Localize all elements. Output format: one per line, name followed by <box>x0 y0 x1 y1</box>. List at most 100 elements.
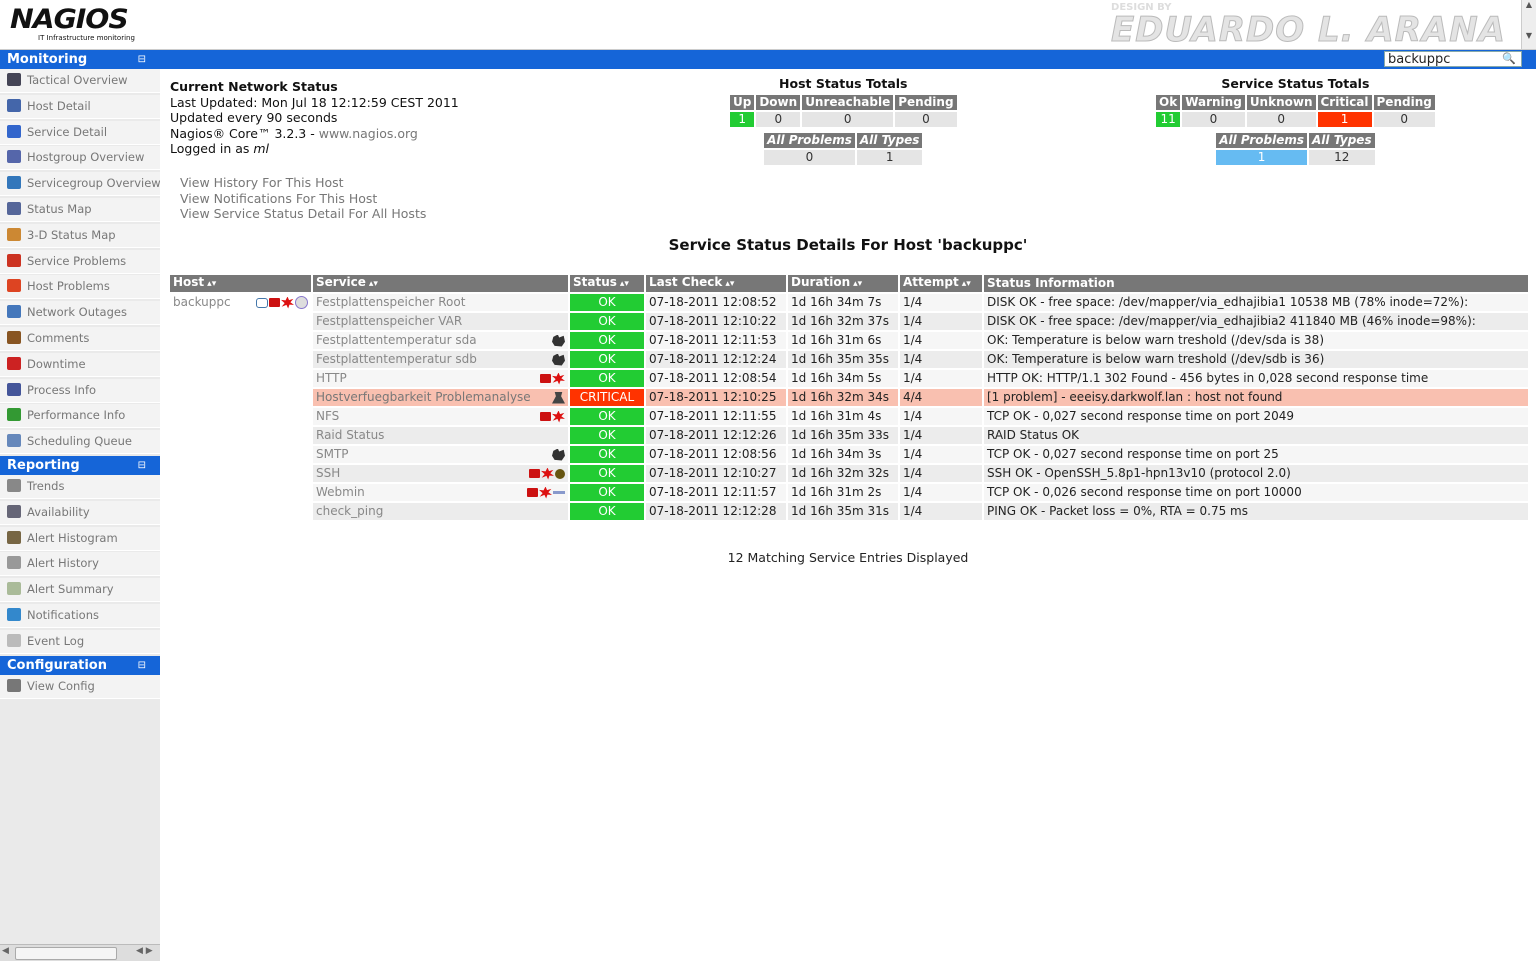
sidebar-item-alert-summary[interactable]: Alert Summary <box>0 578 160 603</box>
service-totals-header[interactable]: Pending <box>1373 95 1435 110</box>
host-totals-header[interactable]: Pending <box>895 95 957 110</box>
host-link[interactable]: backuppc <box>173 295 231 309</box>
sort-arrows-icon[interactable]: ▴▾ <box>962 279 971 289</box>
analysis-icon[interactable] <box>552 391 565 404</box>
host-all-types-header[interactable]: All Types <box>856 133 923 148</box>
column-header-duration[interactable]: Duration ▴▾ <box>788 275 898 292</box>
service-link[interactable]: Festplattentemperatur sdb <box>316 352 477 366</box>
service-link[interactable]: Raid Status <box>316 428 384 442</box>
host-totals-header[interactable]: Unreachable <box>802 95 894 110</box>
service-link[interactable]: SSH <box>316 466 340 480</box>
sidebar-section-reporting[interactable]: Reporting ⊟ <box>0 455 160 475</box>
sidebar-item-event-log[interactable]: Event Log <box>0 629 160 654</box>
temperature-beast-icon[interactable] <box>552 353 565 366</box>
comment-icon[interactable] <box>256 297 268 308</box>
sidebar-item-view-config[interactable]: View Config <box>0 674 160 699</box>
sidebar-item-alert-histogram[interactable]: Alert Histogram <box>0 526 160 551</box>
collapse-icon[interactable]: ⊟ <box>138 656 146 675</box>
action-burst-icon[interactable] <box>552 410 565 423</box>
link-all-service-detail[interactable]: View Service Status Detail For All Hosts <box>180 206 426 222</box>
sidebar-item-service[interactable]: Service Detail <box>0 120 160 145</box>
sidebar-item-host-problems[interactable]: Host Problems <box>0 275 160 300</box>
link-history[interactable]: View History For This Host <box>180 175 426 191</box>
sidebar-item-performance-info[interactable]: Performance Info <box>0 404 160 429</box>
service-link[interactable]: SMTP <box>316 447 349 461</box>
sidebar-item-notifications[interactable]: Notifications <box>0 603 160 628</box>
temperature-beast-icon[interactable] <box>552 448 565 461</box>
notes-folder-icon[interactable] <box>269 298 280 307</box>
sort-arrows-icon[interactable]: ▴▾ <box>369 279 378 289</box>
sort-arrows-icon[interactable]: ▴▾ <box>207 279 216 289</box>
sidebar-item-comments[interactable]: Comments <box>0 326 160 351</box>
sidebar-item-scheduling-queue[interactable]: Scheduling Queue <box>0 430 160 455</box>
sidebar-item-hostgroup[interactable]: Hostgroup Overview <box>0 146 160 171</box>
sort-arrows-icon[interactable]: ▴▾ <box>725 279 734 289</box>
notes-folder-icon[interactable] <box>529 469 540 478</box>
nagios-org-link[interactable]: www.nagios.org <box>319 126 418 141</box>
notes-folder-icon[interactable] <box>527 488 538 497</box>
service-link[interactable]: NFS <box>316 409 339 423</box>
service-link[interactable]: Festplattenspeicher VAR <box>316 314 462 328</box>
service-totals-header[interactable]: Critical <box>1317 95 1372 110</box>
duration-cell: 1d 16h 34m 3s <box>788 446 898 463</box>
service-totals-header[interactable]: Unknown <box>1246 95 1316 110</box>
service-totals-header[interactable]: Warning <box>1182 95 1245 110</box>
service-link[interactable]: Webmin <box>316 485 365 499</box>
sidebar-horizontal-scrollbar[interactable]: ◀ ◀ ▶ <box>0 944 160 961</box>
sidebar-item-service-problems[interactable]: Service Problems <box>0 249 160 274</box>
host-totals-header[interactable]: Down <box>756 95 801 110</box>
scrollbar-thumb[interactable] <box>15 947 117 960</box>
service-link[interactable]: check_ping <box>316 504 383 518</box>
scroll-left-icon[interactable]: ◀ <box>2 946 9 956</box>
host-totals-header[interactable]: Up <box>730 95 755 110</box>
sidebar-item-alert-history[interactable]: Alert History <box>0 552 160 577</box>
service-link[interactable]: Hostverfuegbarkeit Problemanalyse <box>316 390 531 404</box>
service-link[interactable]: Festplattenspeicher Root <box>316 295 465 309</box>
service-link[interactable]: Festplattentemperatur sda <box>316 333 477 347</box>
sidebar-item-monitor[interactable]: Tactical Overview <box>0 69 160 93</box>
column-header-host[interactable]: Host ▴▾ <box>170 275 311 292</box>
collapse-icon[interactable]: ⊟ <box>138 50 146 69</box>
sidebar-item-status-map[interactable]: Status Map <box>0 197 160 222</box>
sidebar-item-servicegroup[interactable]: Servicegroup Overview <box>0 172 160 197</box>
column-header-service[interactable]: Service ▴▾ <box>313 275 568 292</box>
column-header-last-check[interactable]: Last Check ▴▾ <box>646 275 786 292</box>
service-link[interactable]: HTTP <box>316 371 347 385</box>
nagios-logo[interactable]: NAGIOS IT Infrastructure monitoring <box>10 6 135 43</box>
sidebar-section-monitoring[interactable]: Monitoring ⊟ <box>0 50 160 69</box>
service-all-problems-header[interactable]: All Problems <box>1216 133 1307 148</box>
notes-folder-icon[interactable] <box>540 412 551 421</box>
disc-icon[interactable] <box>295 296 308 309</box>
sidebar-item-availability[interactable]: Availability <box>0 500 160 525</box>
search-icon[interactable]: 🔍 <box>1502 52 1516 65</box>
sidebar-item-process-info[interactable]: Process Info <box>0 378 160 403</box>
top-frame-scrollbar[interactable]: ▲ ▼ <box>1521 0 1536 49</box>
scroll-down-icon[interactable]: ▼ <box>1522 31 1536 40</box>
scroll-up-icon[interactable]: ▲ <box>1522 0 1536 9</box>
sidebar-item-host[interactable]: Host Detail <box>0 94 160 119</box>
sidebar-item-network-outages[interactable]: Network Outages <box>0 301 160 326</box>
action-burst-icon[interactable] <box>541 467 554 480</box>
notes-folder-icon[interactable] <box>540 374 551 383</box>
sidebar-item-3d-map[interactable]: 3-D Status Map <box>0 223 160 248</box>
service-all-types-header[interactable]: All Types <box>1309 133 1375 148</box>
arrow-icon[interactable] <box>553 491 565 494</box>
column-header-attempt[interactable]: Attempt ▴▾ <box>900 275 982 292</box>
temperature-beast-icon[interactable] <box>552 334 565 347</box>
link-notifications[interactable]: View Notifications For This Host <box>180 191 426 207</box>
sort-arrows-icon[interactable]: ▴▾ <box>620 279 629 289</box>
sidebar-section-configuration[interactable]: Configuration ⊟ <box>0 655 160 675</box>
sidebar-item-downtime[interactable]: Downtime <box>0 352 160 377</box>
collapse-icon[interactable]: ⊟ <box>138 456 146 475</box>
service-totals-header[interactable]: Ok <box>1156 95 1181 110</box>
scroll-right-icon[interactable]: ◀ ▶ <box>136 946 153 956</box>
action-burst-icon[interactable] <box>552 372 565 385</box>
action-burst-icon[interactable] <box>539 486 552 499</box>
sort-arrows-icon[interactable]: ▴▾ <box>853 279 862 289</box>
bug-icon[interactable] <box>555 468 565 479</box>
host-all-problems-header[interactable]: All Problems <box>764 133 855 148</box>
action-burst-icon[interactable] <box>281 296 294 309</box>
status-information-cell: RAID Status OK <box>984 427 1528 444</box>
sidebar-item-trends[interactable]: Trends <box>0 474 160 499</box>
column-header-status[interactable]: Status ▴▾ <box>570 275 644 292</box>
